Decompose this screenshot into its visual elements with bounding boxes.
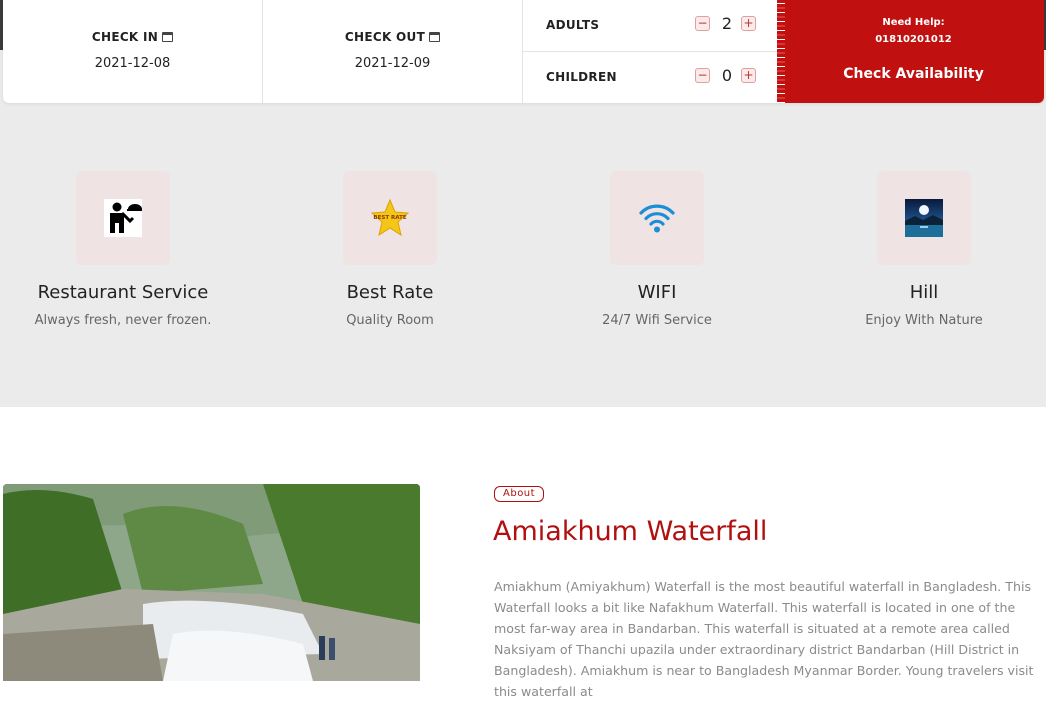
- adults-decrement-button[interactable]: −: [695, 16, 710, 31]
- torn-edge-decoration: [777, 0, 785, 103]
- about-badge: About: [494, 486, 545, 502]
- best-rate-star-icon: BEST RATE: [371, 199, 409, 237]
- about-title: Amiakhum Waterfall: [493, 516, 768, 547]
- feature-best-rate: BEST RATE Best Rate Quality Room: [270, 171, 510, 328]
- availability-panel: Need Help: 01810201012 Check Availabilit…: [777, 0, 1044, 103]
- feature-wifi: WIFI 24/7 Wifi Service: [537, 171, 777, 328]
- waiter-icon: [104, 199, 142, 237]
- children-count: 0: [721, 66, 733, 85]
- waterfall-photo: [3, 484, 420, 681]
- check-out-field[interactable]: CHECK OUT 2021-12-09: [263, 0, 523, 103]
- check-availability-button[interactable]: Check Availability: [783, 66, 1044, 82]
- check-in-field[interactable]: CHECK IN 2021-12-08: [3, 0, 263, 103]
- feature-subtitle: Quality Room: [346, 313, 434, 328]
- feature-icon-box: BEST RATE: [343, 171, 437, 265]
- feature-subtitle: Always fresh, never frozen.: [34, 313, 212, 328]
- feature-restaurant: Restaurant Service Always fresh, never f…: [3, 171, 243, 328]
- guests-selector: ADULTS − 2 + CHILDREN − 0 +: [523, 0, 781, 103]
- night-landscape-icon: [905, 199, 943, 237]
- wifi-icon: [639, 204, 675, 233]
- adults-label: ADULTS: [546, 18, 600, 32]
- about-body: Amiakhum (Amiyakhum) Waterfall is the mo…: [494, 579, 1034, 699]
- adults-count: 2: [721, 14, 733, 33]
- feature-title: WIFI: [637, 282, 677, 303]
- children-row: CHILDREN − 0 +: [523, 52, 781, 103]
- children-decrement-button[interactable]: −: [695, 68, 710, 83]
- adults-increment-button[interactable]: +: [741, 16, 756, 31]
- feature-hill: Hill Enjoy With Nature: [804, 171, 1044, 328]
- help-phone[interactable]: 01810201012: [783, 34, 1044, 45]
- children-increment-button[interactable]: +: [741, 68, 756, 83]
- check-in-value: 2021-12-08: [94, 56, 171, 71]
- adults-row: ADULTS − 2 +: [523, 0, 781, 52]
- children-label: CHILDREN: [546, 70, 617, 84]
- feature-subtitle: Enjoy With Nature: [865, 313, 983, 328]
- check-in-label: CHECK IN: [91, 30, 159, 44]
- feature-title: Best Rate: [346, 282, 434, 303]
- calendar-icon: [429, 32, 441, 42]
- feature-subtitle: 24/7 Wifi Service: [602, 313, 712, 328]
- waterfall-illustration: [3, 484, 420, 681]
- booking-bar: CHECK IN 2021-12-08 CHECK OUT 2021-12-09…: [3, 0, 1044, 103]
- feature-icon-box: [610, 171, 704, 265]
- feature-title: Restaurant Service: [37, 282, 209, 303]
- calendar-icon: [162, 32, 174, 42]
- help-label: Need Help:: [882, 17, 945, 28]
- feature-title: Hill: [909, 282, 939, 303]
- feature-icon-box: [76, 171, 170, 265]
- best-rate-text: BEST RATE: [373, 215, 406, 221]
- check-out-label: CHECK OUT: [344, 30, 426, 44]
- check-out-value: 2021-12-09: [354, 56, 431, 71]
- feature-icon-box: [877, 171, 971, 265]
